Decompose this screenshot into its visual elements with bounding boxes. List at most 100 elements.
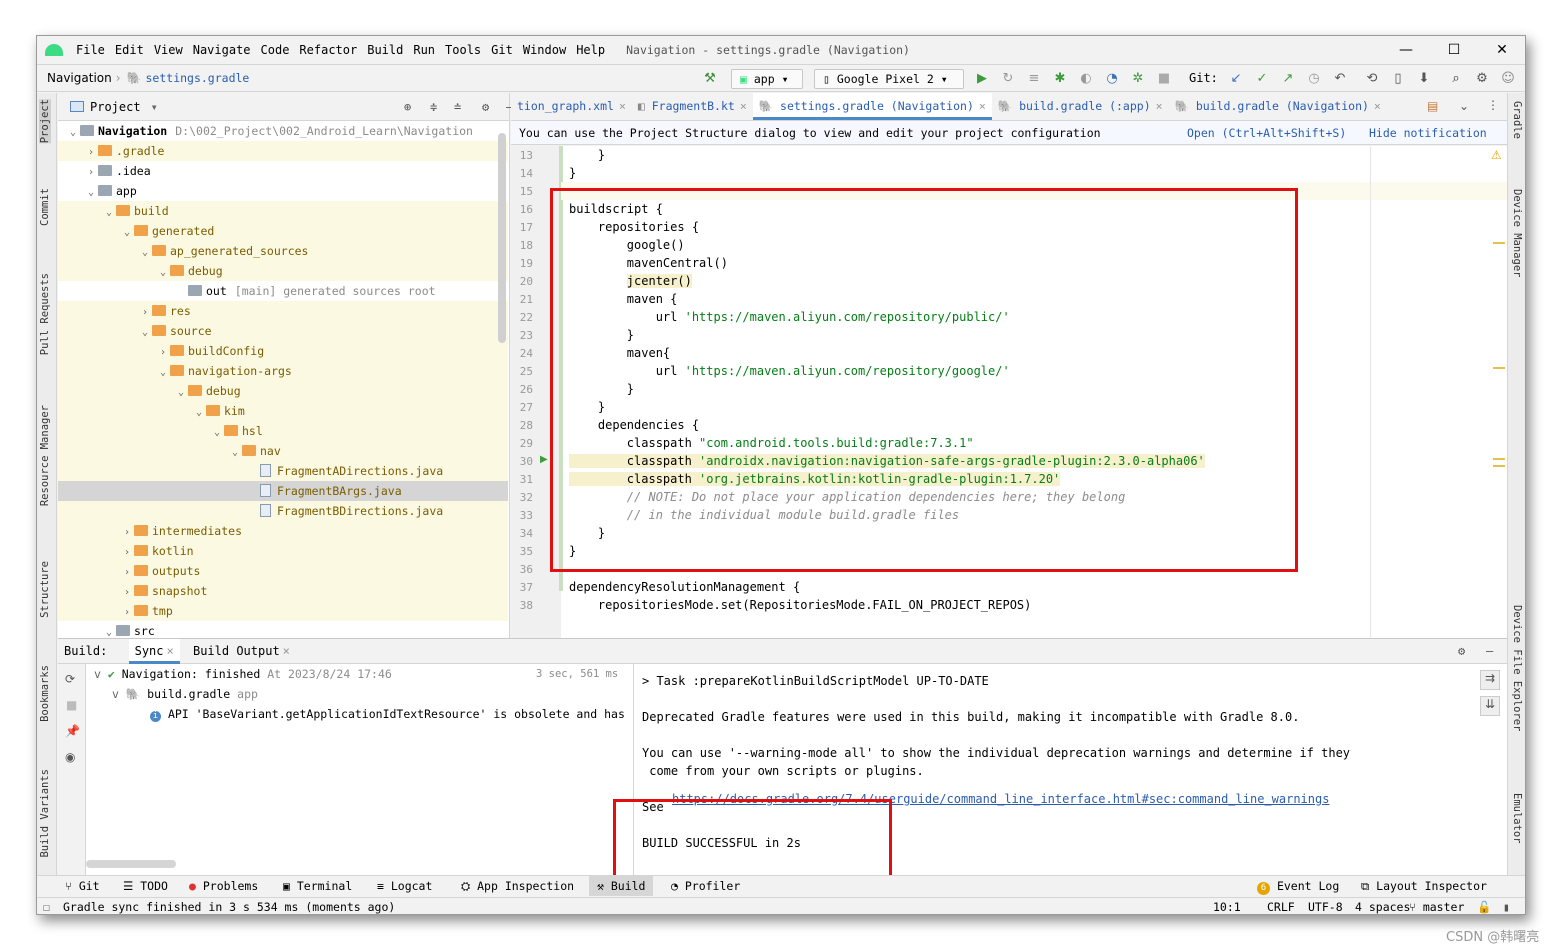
editor-tab[interactable]: tion_graph.xml × — [511, 93, 632, 120]
tree-item[interactable]: › .gradle — [58, 141, 508, 161]
expand-all-icon[interactable]: ≑ — [430, 100, 437, 114]
tree-item[interactable]: ⌄ build — [58, 201, 508, 221]
lock-icon[interactable]: 🔓 — [1477, 898, 1491, 914]
caret-position[interactable]: 10:1 — [1213, 898, 1241, 914]
tool-tab-bookmarks[interactable]: Bookmarks — [39, 665, 51, 722]
chevron-down-icon[interactable]: ⌄ — [156, 263, 170, 283]
open-project-structure-link[interactable]: Open (Ctrl+Alt+Shift+S) — [1187, 121, 1346, 145]
git-rollback-icon[interactable]: ↶ — [1331, 70, 1349, 88]
tool-tab-device-file-explorer[interactable]: Device File Explorer — [1511, 605, 1523, 731]
menu-navigate[interactable]: Navigate — [188, 43, 256, 57]
editor-tab[interactable]: ◧ FragmentB.kt × — [632, 93, 753, 120]
chevron-right-icon[interactable]: › — [138, 303, 152, 323]
soft-wrap-icon[interactable]: ⇉ — [1480, 670, 1500, 690]
memory-icon[interactable]: ▮ — [1503, 898, 1510, 914]
build-gear-icon[interactable]: ⚙ — [1458, 639, 1465, 663]
debug-icon[interactable]: ✱ — [1051, 70, 1069, 88]
status-message[interactable]: Gradle sync finished in 3 s 534 ms (mome… — [63, 898, 395, 914]
chevron-right-icon[interactable]: › — [120, 603, 134, 623]
chevron-right-icon[interactable]: › — [156, 343, 170, 363]
tree-item[interactable]: ⌄ nav — [58, 441, 508, 461]
tree-item[interactable]: FragmentBDirections.java — [58, 501, 508, 521]
tool-tab-gradle[interactable]: Gradle — [1511, 101, 1523, 139]
tree-item[interactable]: › outputs — [58, 561, 508, 581]
git-branch[interactable]: ⑂ master — [1409, 898, 1464, 914]
tree-item[interactable]: FragmentBArgs.java — [58, 481, 508, 501]
hammer-icon[interactable]: ⚒ — [701, 70, 719, 88]
tab-build-output[interactable]: Build Output × — [193, 644, 290, 658]
run-gutter-icon[interactable]: ▶ — [540, 454, 548, 465]
tree-item[interactable]: ⌄ kim — [58, 401, 508, 421]
menu-file[interactable]: File — [71, 43, 110, 57]
more-tabs-icon[interactable]: ▤ — [1427, 99, 1438, 113]
tree-item[interactable]: out [main] generated sources root — [58, 281, 508, 301]
locate-file-icon[interactable]: ⊕ — [404, 100, 411, 114]
tree-item[interactable]: › intermediates — [58, 521, 508, 541]
eye-icon[interactable]: ◉ — [65, 750, 75, 764]
device-manager-icon[interactable]: ▯ — [1389, 70, 1407, 88]
bottom-tab-build[interactable]: ⚒ Build — [589, 876, 654, 896]
run-config-select[interactable]: ▣ app ▾ — [731, 69, 803, 89]
project-view-select[interactable]: Project — [90, 100, 141, 114]
menu-code[interactable]: Code — [256, 43, 295, 57]
apply-changes-icon[interactable]: ≡ — [1025, 70, 1043, 88]
tree-item[interactable]: › tmp — [58, 601, 508, 621]
scroll-to-end-icon[interactable]: ⇊ — [1480, 696, 1500, 716]
close-tab-icon[interactable]: × — [1156, 99, 1163, 113]
chevron-right-icon[interactable]: › — [120, 583, 134, 603]
tree-item[interactable]: FragmentADirections.java — [58, 461, 508, 481]
tree-item[interactable]: › kotlin — [58, 541, 508, 561]
tool-tab-pull-requests[interactable]: Pull Requests — [39, 273, 51, 355]
avatar-icon[interactable]: ☺ — [1499, 70, 1517, 88]
menu-tools[interactable]: Tools — [440, 43, 486, 57]
chevron-down-icon[interactable]: ⌄ — [210, 423, 224, 443]
chevron-down-icon[interactable]: ⌄ — [102, 203, 116, 223]
tool-tab-resource-manager[interactable]: Resource Manager — [39, 405, 51, 506]
maximize-icon[interactable]: ☐ — [1441, 40, 1467, 60]
close-tab-icon[interactable]: × — [619, 99, 626, 113]
tree-item[interactable]: ⌄ debug — [58, 261, 508, 281]
git-history-icon[interactable]: ◷ — [1305, 70, 1323, 88]
tree-item[interactable]: › snapshot — [58, 581, 508, 601]
chevron-right-icon[interactable]: › — [120, 563, 134, 583]
stop-build-icon[interactable]: ■ — [66, 698, 77, 712]
tool-tab-project[interactable]: Project — [39, 99, 51, 144]
bottom-tab-problems[interactable]: ● Problems — [189, 876, 258, 896]
status-toggle-icon[interactable]: ☐ — [43, 898, 50, 914]
sync-gradle-icon[interactable]: ⟲ — [1363, 70, 1381, 88]
chevron-down-icon[interactable]: ▾ — [151, 100, 158, 114]
tool-tab-structure[interactable]: Structure — [39, 561, 51, 618]
indent-setting[interactable]: 4 spaces — [1355, 898, 1410, 914]
profile-icon[interactable]: ◔ — [1103, 70, 1121, 88]
build-tree-scrollbar[interactable] — [86, 860, 176, 868]
menu-view[interactable]: View — [149, 43, 188, 57]
tree-item[interactable]: ⌄ Navigation D:\002_Project\002_Android_Le… — [58, 121, 508, 141]
breadcrumb-project[interactable]: Navigation — [37, 71, 116, 85]
chevron-right-icon[interactable]: › — [84, 163, 98, 183]
chevron-down-icon[interactable]: ⌄ — [138, 323, 152, 343]
chevron-down-icon[interactable]: ⌄ — [66, 123, 80, 143]
run-icon[interactable]: ▶ — [973, 70, 991, 88]
device-select[interactable]: ▯ Google Pixel 2 ▾ — [814, 69, 964, 89]
menu-window[interactable]: Window — [518, 43, 571, 57]
tree-item[interactable]: › .idea — [58, 161, 508, 181]
stop-icon[interactable]: ■ — [1155, 70, 1173, 88]
chevron-down-icon[interactable]: ⌄ — [102, 623, 116, 638]
build-tree-root[interactable]: v ✔ Navigation: finished At 2023/8/24 17… — [94, 664, 392, 684]
close-icon[interactable]: ✕ — [1489, 40, 1515, 60]
menu-edit[interactable]: Edit — [110, 43, 149, 57]
editor-tab[interactable]: 🐘 build.gradle (Navigation) × — [1169, 93, 1387, 120]
tree-item[interactable]: ⌄ hsl — [58, 421, 508, 441]
close-tab-icon[interactable]: × — [979, 99, 986, 113]
sdk-manager-icon[interactable]: ⬇ — [1415, 70, 1433, 88]
tool-tab-build-variants[interactable]: Build Variants — [39, 769, 51, 858]
git-update-icon[interactable]: ↙ — [1227, 70, 1245, 88]
tree-item[interactable]: ⌄ app — [58, 181, 508, 201]
tab-sync[interactable]: Sync × — [128, 639, 180, 664]
chevron-down-icon[interactable]: ⌄ — [120, 223, 134, 243]
tree-item[interactable]: › buildConfig — [58, 341, 508, 361]
tree-item[interactable]: ⌄ src — [58, 621, 508, 638]
tool-tab-commit[interactable]: Commit — [39, 188, 51, 226]
tree-item[interactable]: ⌄ navigation-args — [58, 361, 508, 381]
pin-icon[interactable]: 📌 — [65, 724, 80, 738]
